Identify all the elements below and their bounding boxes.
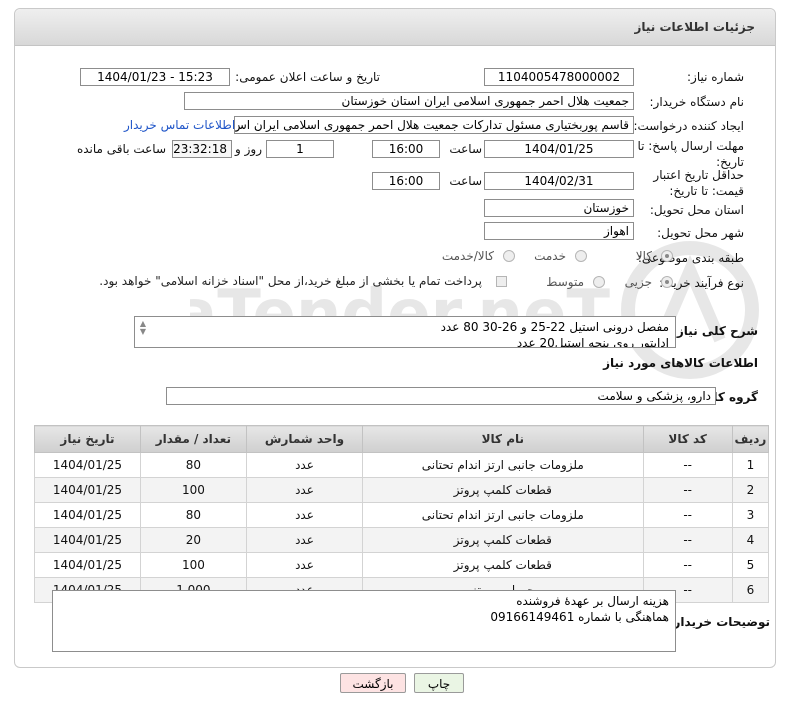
delivery-city-label: شهر محل تحویل:	[657, 226, 744, 240]
cell-name: قطعات کلمپ پروتز	[362, 552, 644, 578]
process-option-medium: متوسط	[546, 275, 584, 289]
cell-row-number: 5	[731, 552, 770, 578]
cell-row-number: 4	[731, 527, 770, 553]
cell-quantity: 100	[139, 477, 247, 503]
process-radio-minor[interactable]	[661, 276, 673, 288]
delivery-city-field: اهواز	[484, 222, 634, 240]
col-header-quantity: تعداد / مقدار	[139, 425, 247, 453]
cell-quantity: 80	[139, 452, 247, 478]
col-header-row-number: ردیف	[731, 425, 770, 453]
cell-quantity: 80	[139, 502, 247, 528]
col-header-unit: واحد شمارش	[245, 425, 364, 453]
cell-code: --	[642, 502, 733, 528]
cell-unit: عدد	[245, 527, 364, 553]
panel-header: جزئیات اطلاعات نیاز	[15, 9, 775, 46]
table-row: 4 -- قطعات کلمپ پروتز عدد 20 1404/01/25	[34, 527, 770, 553]
buyer-org-label: نام دستگاه خریدار:	[649, 95, 745, 109]
buyer-notes-box: هزینه ارسال بر عهدۀ فروشنده هماهنگی با ش…	[52, 590, 676, 652]
delivery-province-field: خوزستان	[484, 199, 634, 217]
table-row: 5 -- قطعات کلمپ پروتز عدد 100 1404/01/25	[34, 552, 770, 578]
announce-datetime-label: تاریخ و ساعت اعلان عمومی:	[235, 70, 380, 84]
category-radio-goods[interactable]	[661, 250, 673, 262]
cell-name: ملزومات جانبی ارتز اندام تحتانی	[362, 502, 644, 528]
table-header-row: ردیف کد کالا نام کالا واحد شمارش تعداد /…	[34, 425, 770, 453]
reply-days-field: 1	[266, 140, 334, 158]
delivery-province-label: استان محل تحویل:	[649, 203, 744, 217]
cell-name: قطعات کلمپ پروتز	[362, 477, 644, 503]
cell-unit: عدد	[245, 477, 364, 503]
cell-need-date: 1404/01/25	[34, 477, 141, 503]
general-description-label: شرح کلی نیاز:	[672, 324, 758, 338]
category-radio-goods-service[interactable]	[503, 250, 515, 262]
cell-row-number: 3	[731, 502, 770, 528]
cell-row-number: 1	[731, 452, 770, 478]
category-label: طبقه بندی موضوعی:	[637, 251, 744, 265]
print-button[interactable]: چاپ	[414, 673, 464, 693]
buyer-org-field: جمعیت هلال احمر جمهوری اسلامی ایران استا…	[184, 92, 634, 110]
category-option-goods-service: کالا/خدمت	[441, 249, 494, 263]
cell-need-date: 1404/01/25	[34, 552, 141, 578]
buyer-notes-line-2: هماهنگی با شماره 09166149461	[490, 610, 669, 624]
general-description-line-1: مفصل درونی استیل 22-25 و 26-30 80 عدد	[440, 320, 669, 334]
cell-name: قطعات کلمپ پروتز	[362, 527, 644, 553]
cell-unit: عدد	[245, 552, 364, 578]
cell-name: ملزومات جانبی ارتز اندام تحتانی	[362, 452, 644, 478]
reply-deadline-time: 16:00	[372, 140, 440, 158]
scroll-arrows-icon[interactable]: ▲ ▼	[139, 320, 147, 336]
cell-quantity: 20	[139, 527, 247, 553]
back-button[interactable]: بازگشت	[340, 673, 406, 693]
treasury-note: پرداخت تمام یا بخشی از مبلغ خرید،از محل …	[99, 274, 482, 288]
category-option-goods: کالا	[635, 249, 652, 263]
table-row: 1 -- ملزومات جانبی ارتز اندام تحتانی عدد…	[34, 452, 770, 478]
page-title: جزئیات اطلاعات نیاز	[634, 20, 755, 34]
need-number-label: شماره نیاز:	[687, 70, 744, 84]
price-validity-label: حداقل تاریخ اعتبار قیمت: تا تاریخ:	[653, 168, 744, 198]
announce-datetime-field: 1404/01/23 - 15:23	[80, 68, 230, 86]
reply-time-label: ساعت	[449, 142, 482, 156]
requester-label: ایجاد کننده درخواست:	[633, 119, 744, 133]
col-header-name: نام کالا	[362, 425, 644, 453]
cell-code: --	[642, 477, 733, 503]
need-number-field: 1104005478000002	[484, 68, 634, 86]
goods-section-title: اطلاعات کالاهای مورد نیاز	[603, 356, 758, 370]
remaining-time-field: 23:32:18	[172, 140, 232, 158]
col-header-code: کد کالا	[642, 425, 733, 453]
reply-days-label: روز و	[235, 142, 262, 156]
process-option-minor: جزیی	[624, 275, 652, 289]
cell-row-number: 6	[731, 577, 770, 603]
requester-field: قاسم پوربختیاری مسئول تدارکات جمعیت هلال…	[234, 116, 634, 134]
reply-deadline-label: مهلت ارسال پاسخ: تا تاریخ:	[637, 139, 744, 169]
cell-need-date: 1404/01/25	[34, 502, 141, 528]
goods-group-field: دارو، پزشکی و سلامت	[166, 387, 716, 405]
cell-row-number: 2	[731, 477, 770, 503]
cell-code: --	[642, 527, 733, 553]
general-description-box: ▲ ▼ مفصل درونی استیل 22-25 و 26-30 80 عدد…	[134, 316, 676, 348]
price-validity-time-label: ساعت	[449, 174, 482, 188]
buyer-notes-label: توضیحات خریدار:	[668, 615, 770, 629]
cell-need-date: 1404/01/25	[34, 527, 141, 553]
category-option-service: خدمت	[534, 249, 566, 263]
remaining-time-label: ساعت باقی مانده	[76, 142, 166, 156]
cell-unit: عدد	[245, 502, 364, 528]
table-row: 2 -- قطعات کلمپ پروتز عدد 100 1404/01/25	[34, 477, 770, 503]
price-validity-time: 16:00	[372, 172, 440, 190]
col-header-need-date: تاریخ نیاز	[34, 425, 141, 453]
category-radio-service[interactable]	[575, 250, 587, 262]
cell-need-date: 1404/01/25	[34, 452, 141, 478]
price-validity-date: 1404/02/31	[484, 172, 634, 190]
cell-code: --	[642, 452, 733, 478]
table-row: 3 -- ملزومات جانبی ارتز اندام تحتانی عدد…	[34, 502, 770, 528]
cell-code: --	[642, 552, 733, 578]
goods-table: ردیف کد کالا نام کالا واحد شمارش تعداد /…	[34, 425, 770, 603]
cell-unit: عدد	[245, 452, 364, 478]
buyer-contact-link[interactable]: اطلاعات تماس خریدار	[124, 118, 235, 132]
treasury-checkbox[interactable]	[496, 276, 507, 287]
buyer-notes-line-1: هزینه ارسال بر عهدۀ فروشنده	[516, 594, 669, 608]
process-radio-medium[interactable]	[593, 276, 605, 288]
general-description-line-2: اداپتور روی پنجه استیل20 عدد	[516, 336, 669, 348]
reply-deadline-date: 1404/01/25	[484, 140, 634, 158]
cell-quantity: 100	[139, 552, 247, 578]
